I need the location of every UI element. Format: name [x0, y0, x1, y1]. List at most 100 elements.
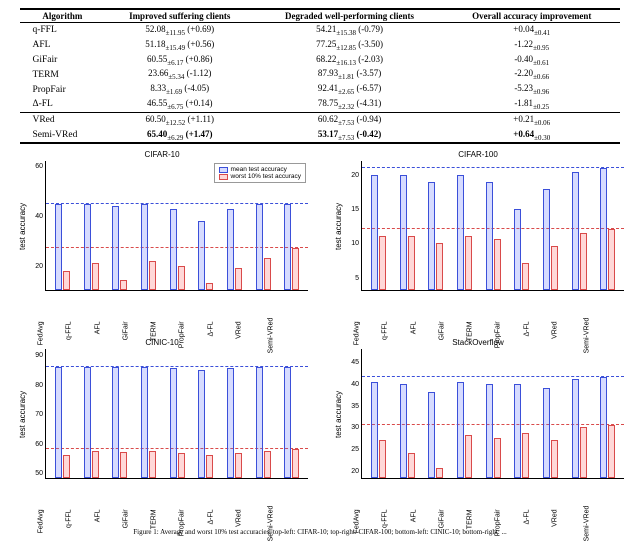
table-row: Δ-FL46.55±6.75 (+0.14)78.75±2.32 (-4.31)… — [20, 97, 619, 112]
ylabel: test accuracy — [332, 161, 343, 291]
alg-name: PropFair — [20, 82, 104, 97]
ytick-label: 15 — [351, 206, 359, 213]
ytick-label: 20 — [35, 263, 43, 270]
table-cell: -5.23±0.96 — [444, 82, 620, 97]
bar-mean — [198, 221, 205, 290]
ytick-label: 60 — [35, 441, 43, 448]
alg-name: Δ-FL — [20, 97, 104, 112]
ytick-label: 30 — [351, 424, 359, 431]
bar-worst — [551, 440, 558, 479]
bar-mean — [227, 368, 234, 478]
ytick-label: 10 — [351, 240, 359, 247]
results-table: Algorithm Improved suffering clients Deg… — [20, 8, 619, 144]
bar-mean — [256, 204, 263, 291]
bar-mean — [486, 384, 493, 479]
table-row: q-FFL52.08±11.95 (+0.69)54.21±15.38 (-0.… — [20, 23, 619, 38]
bar-mean — [457, 382, 464, 479]
chart-cifar-100: CIFAR-100 test accuracy 5101520 — [332, 150, 624, 336]
chart-title: CINIC-10 — [16, 338, 308, 347]
bar-mean — [400, 175, 407, 290]
bar-mean — [371, 175, 378, 290]
bar-worst — [522, 433, 529, 478]
ytick-label: 20 — [351, 468, 359, 475]
bar-worst — [92, 263, 99, 290]
bar-mean — [284, 367, 291, 478]
ylabel: test accuracy — [332, 349, 343, 479]
col-degraded: Degraded well-performing clients — [255, 9, 444, 23]
table-cell: 68.22±16.13 (-2.03) — [255, 53, 444, 68]
chart-legend: mean test accuracy worst 10% test accura… — [214, 163, 306, 183]
col-overall: Overall accuracy improvement — [444, 9, 620, 23]
bar-mean — [572, 172, 579, 291]
bar-group — [536, 161, 565, 290]
table-row: Semi-VRed65.40±6.29 (+1.47)53.17±7.53 (-… — [20, 128, 619, 144]
legend-swatch-worst — [219, 174, 228, 180]
bar-group — [479, 349, 508, 478]
legend-label-mean: mean test accuracy — [231, 166, 287, 173]
bar-group — [191, 349, 220, 478]
alg-name: GiFair — [20, 53, 104, 68]
bar-worst — [580, 427, 587, 479]
alg-name: q-FFL — [20, 23, 104, 38]
bar-mean — [514, 209, 521, 290]
bar-group — [163, 161, 192, 290]
bar-mean — [198, 370, 205, 478]
bar-group — [220, 349, 249, 478]
table-cell: 23.66±5.34 (-1.12) — [104, 67, 255, 82]
bar-worst — [379, 236, 386, 290]
alg-name: TERM — [20, 67, 104, 82]
bar-mean — [371, 382, 378, 479]
bar-group — [507, 161, 536, 290]
bar-worst — [149, 261, 156, 291]
bar-mean — [55, 367, 62, 478]
bar-group — [77, 349, 106, 478]
table-cell: 8.33±1.69 (-4.05) — [104, 82, 255, 97]
table-cell: 77.25±12.85 (-3.50) — [255, 38, 444, 53]
plot-area — [45, 349, 308, 479]
bar-worst — [235, 453, 242, 478]
table-cell: +0.64±0.30 — [444, 128, 620, 144]
alg-name: VRed — [20, 112, 104, 127]
bar-worst — [264, 258, 271, 290]
bar-group — [364, 161, 393, 290]
bar-group — [450, 349, 479, 478]
bar-worst — [408, 453, 415, 479]
bar-group — [105, 349, 134, 478]
bar-worst — [178, 266, 185, 291]
table-cell: 78.75±2.32 (-4.31) — [255, 97, 444, 112]
bar-mean — [112, 206, 119, 290]
ytick-label: 90 — [35, 352, 43, 359]
bar-worst — [206, 283, 213, 290]
ylabel: test accuracy — [16, 161, 27, 291]
bar-worst — [494, 438, 501, 479]
bar-worst — [436, 468, 443, 479]
ytick-label: 80 — [35, 382, 43, 389]
plot-area — [361, 161, 624, 291]
bar-group — [48, 349, 77, 478]
bar-mean — [170, 209, 177, 291]
bar-group — [450, 161, 479, 290]
bar-mean — [55, 204, 62, 291]
ytick-label: 40 — [351, 381, 359, 388]
bar-worst — [408, 236, 415, 290]
chart-stackoverflow: StackOverflow test accuracy 202530354045 — [332, 338, 624, 524]
bar-worst — [465, 236, 472, 290]
xtick-label: Semi-VRed — [584, 506, 629, 542]
bar-group — [421, 349, 450, 478]
ytick-label: 5 — [355, 275, 359, 282]
table-cell: 87.93±1.81 (-3.57) — [255, 67, 444, 82]
bar-mean — [486, 182, 493, 291]
bar-mean — [400, 384, 407, 479]
bar-group — [393, 349, 422, 478]
bar-mean — [543, 189, 550, 291]
xtick-label: Semi-VRed — [268, 506, 313, 542]
bar-group — [249, 349, 278, 478]
table-cell: -0.40±0.61 — [444, 53, 620, 68]
bar-group — [507, 349, 536, 478]
table-cell: 92.41±2.65 (-6.57) — [255, 82, 444, 97]
table-row: PropFair8.33±1.69 (-4.05)92.41±2.65 (-6.… — [20, 82, 619, 97]
bar-mean — [428, 182, 435, 291]
table-row: VRed60.50±12.52 (+1.11)60.62±7.53 (-0.94… — [20, 112, 619, 127]
bar-worst — [292, 449, 299, 478]
table-cell: 60.50±12.52 (+1.11) — [104, 112, 255, 127]
